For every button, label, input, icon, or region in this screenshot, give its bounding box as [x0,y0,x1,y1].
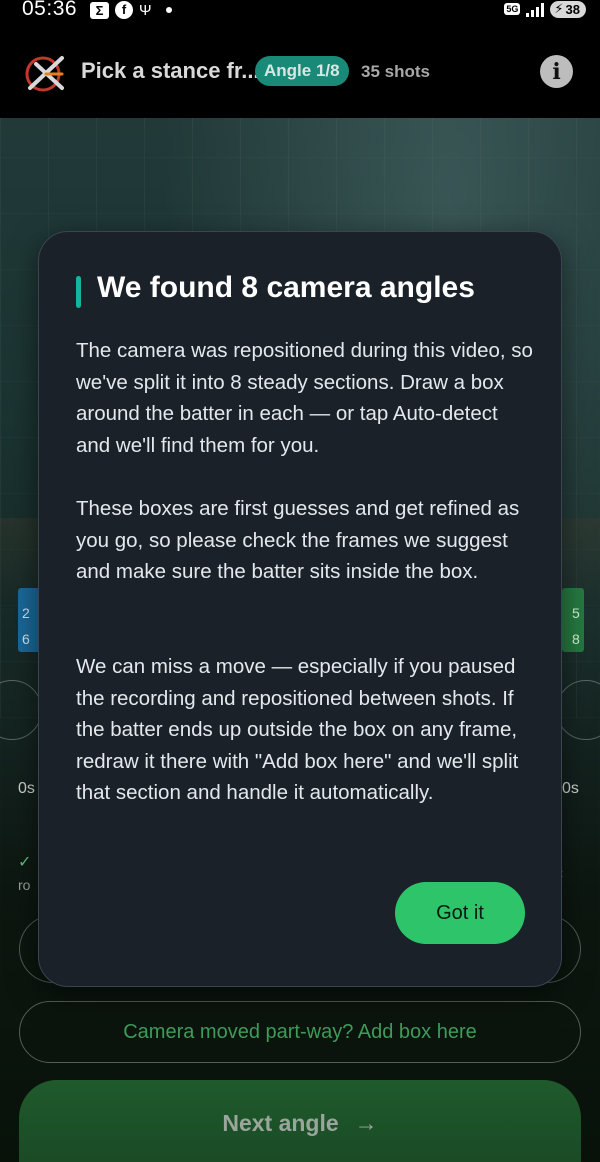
app-header: Pick a stance fr... Angle 1/8 35 shots i [0,22,600,118]
facebook-icon: f [115,1,133,19]
page-title: Pick a stance fr... [81,58,260,83]
battery-bolt-icon: ⚡ [554,1,564,16]
dialog-paragraph-3: We can miss a move — especially if you p… [76,655,519,805]
partial-label: ro [18,877,31,893]
status-icons-right: 5G ⚡ 38 [504,0,586,18]
sigma-icon: Σ [90,1,109,19]
status-time: 05:36 [22,0,78,20]
info-button[interactable]: i [540,55,573,88]
status-icons-left: Σ f Ψ [90,0,172,20]
dot-icon [165,7,172,13]
right-range-text: 58 [572,605,580,647]
battery-icon: ⚡ 38 [550,0,586,18]
battery-level: 38 [565,1,580,17]
next-angle-label: Next angle [222,1110,339,1136]
signal-icon [526,2,545,17]
arrow-right-icon: → [354,1110,378,1136]
dialog-title: We found 8 camera angles [97,271,475,304]
time-left-label: 0s [18,780,35,797]
app-logo-icon [25,56,64,92]
status-bar: 05:36 Σ f Ψ 5G ⚡ 38 [0,0,600,22]
time-right-label: 0s [562,780,579,797]
dialog-paragraph-1: The camera was repositioned during this … [76,339,533,457]
next-angle-button[interactable]: Next angle → [19,1080,581,1162]
angle-badge: Angle 1/8 [255,56,349,86]
camera-angles-dialog: We found 8 camera angles The camera was … [38,231,562,987]
title-accent-bar [76,276,81,308]
check-icon: ✓ [18,854,32,871]
network-5g-icon: 5G [504,3,521,15]
shots-count: 35 shots [361,62,430,81]
dialog-paragraph-2: These boxes are first guesses and get re… [76,497,520,584]
got-it-button[interactable]: Got it [395,882,525,944]
left-range-text: 26 [22,605,30,647]
add-box-here-button[interactable]: Camera moved part-way? Add box here [19,1001,581,1063]
usb-icon: Ψ [139,1,152,19]
